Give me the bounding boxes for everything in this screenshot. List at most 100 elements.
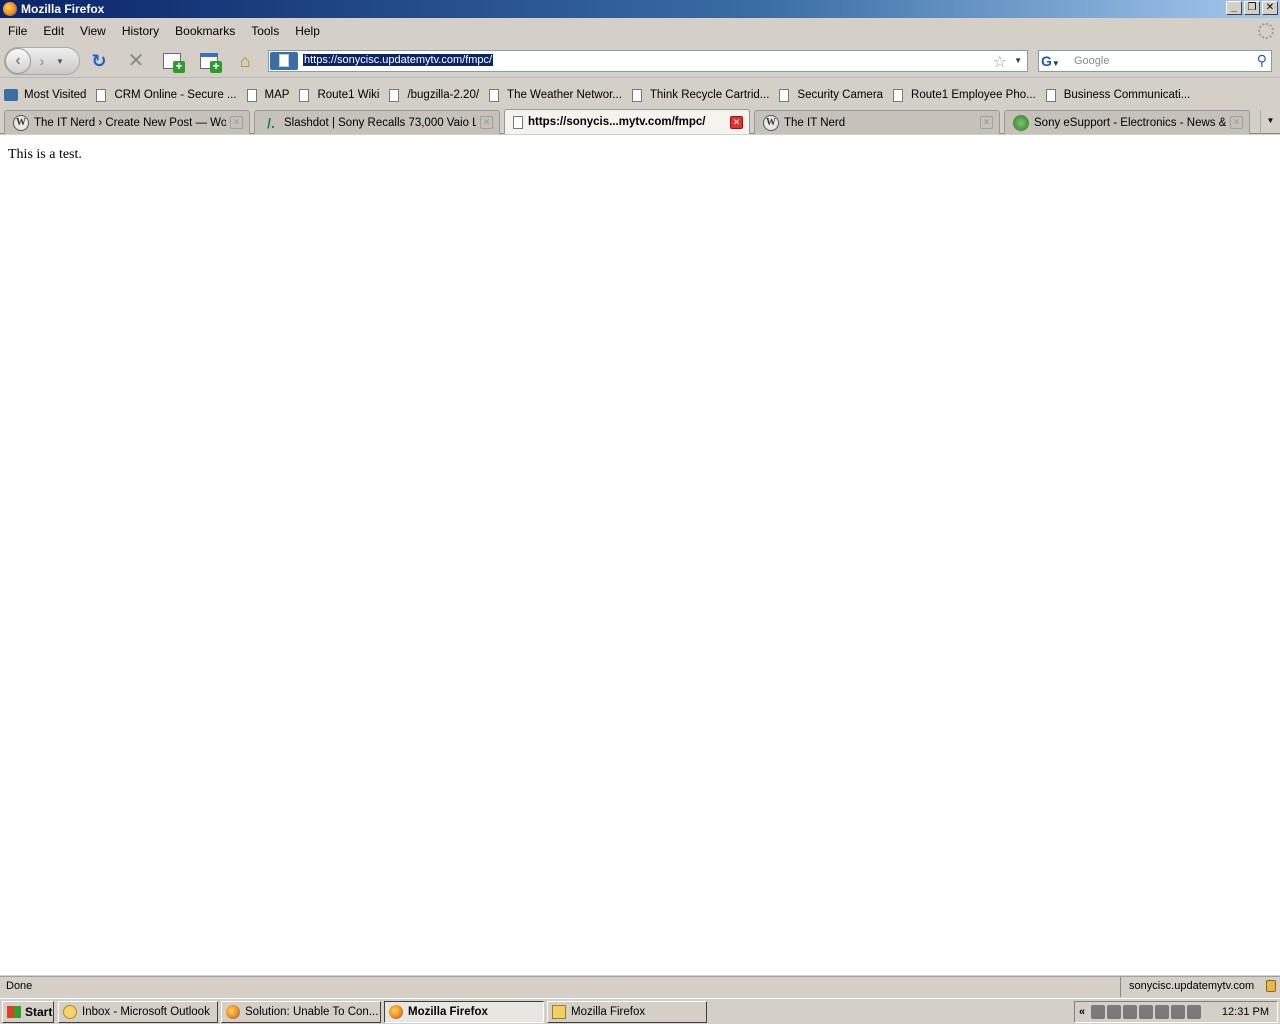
taskbar-item[interactable]: Inbox - Microsoft Outlook: [58, 1001, 218, 1023]
page-text: This is a test.: [8, 147, 82, 162]
close-tab-icon[interactable]: ✕: [980, 116, 993, 129]
device-icon[interactable]: [1139, 1005, 1154, 1019]
phone-icon[interactable]: [1091, 1005, 1106, 1019]
firefox-icon: [389, 1005, 403, 1019]
outlook-tray-icon[interactable]: [1107, 1005, 1122, 1019]
page-icon: [779, 88, 790, 102]
search-bar[interactable]: G▼ Google ⚲: [1038, 50, 1272, 72]
minimize-button[interactable]: _: [1226, 1, 1242, 15]
bookmark-item[interactable]: Business Communicati...: [1042, 88, 1197, 102]
history-dropdown-button[interactable]: ▼: [53, 57, 67, 66]
new-tab-icon: +: [163, 53, 185, 73]
search-input[interactable]: Google: [1074, 55, 1109, 67]
page-icon: [299, 88, 310, 102]
new-tab-button[interactable]: +: [161, 50, 185, 73]
bookmark-item[interactable]: Security Camera: [775, 88, 889, 102]
menu-view[interactable]: View: [72, 24, 114, 38]
all-tabs-dropdown-button[interactable]: ▼: [1260, 110, 1280, 134]
new-window-button[interactable]: +: [198, 50, 222, 73]
menu-help[interactable]: Help: [287, 24, 328, 38]
window-controls: _ ❐ ✕: [1226, 1, 1278, 15]
folder-icon: [552, 1005, 566, 1019]
tab[interactable]: /. Slashdot | Sony Recalls 73,000 Vaio L…: [254, 110, 500, 134]
start-button[interactable]: Start: [2, 1001, 54, 1023]
bookmark-item[interactable]: Think Recycle Cartrid...: [628, 88, 776, 102]
slashdot-icon: /.: [267, 114, 275, 131]
firefox-icon: [3, 2, 17, 16]
close-tab-icon[interactable]: ✕: [230, 116, 243, 129]
tab[interactable]: Sony eSupport - Electronics - News & A..…: [1004, 110, 1250, 134]
clock[interactable]: 12:31 PM: [1222, 1006, 1269, 1018]
restore-button[interactable]: ❐: [1244, 1, 1260, 15]
status-text: Done: [6, 980, 33, 992]
close-tab-icon[interactable]: ✕: [1230, 116, 1243, 129]
menu-edit[interactable]: Edit: [35, 24, 72, 38]
security-tray-icon[interactable]: [1187, 1005, 1202, 1019]
new-window-icon: +: [200, 53, 222, 73]
tab[interactable]: W The IT Nerd › Create New Post — Wor...…: [4, 110, 250, 134]
bookmark-item[interactable]: Route1 Employee Pho...: [889, 88, 1042, 102]
close-window-button[interactable]: ✕: [1262, 1, 1278, 15]
lock-icon[interactable]: [1266, 980, 1276, 992]
reload-button[interactable]: ↻: [88, 50, 110, 72]
bookmark-item[interactable]: CRM Online - Secure ...: [92, 88, 242, 102]
bookmark-star-icon[interactable]: ☆: [993, 52, 1007, 72]
bookmark-item[interactable]: MAP: [243, 88, 296, 102]
security-domain[interactable]: sonycisc.updatemytv.com: [1120, 977, 1280, 997]
back-button[interactable]: ‹: [5, 48, 31, 74]
windows-logo-icon: [7, 1006, 21, 1018]
most-visited-icon: [4, 89, 18, 101]
url-text[interactable]: https://sonycisc.updatemytv.com/fmpc/: [303, 54, 494, 66]
url-history-dropdown[interactable]: ▼: [1014, 56, 1022, 65]
menu-tools[interactable]: Tools: [243, 24, 287, 38]
taskbar-item[interactable]: Solution: Unable To Con...: [221, 1001, 381, 1023]
close-tab-icon[interactable]: ✕: [730, 115, 743, 129]
utility-icon[interactable]: [1155, 1005, 1170, 1019]
bookmark-item[interactable]: /bugzilla-2.20/: [385, 88, 485, 102]
back-forward-group: ‹ › ▼: [4, 47, 80, 75]
page-icon: [96, 88, 107, 102]
page-icon: [893, 88, 904, 102]
window-title: Mozilla Firefox: [21, 2, 105, 16]
search-magnifier-icon[interactable]: ⚲: [1257, 52, 1267, 69]
home-button[interactable]: ⌂: [234, 50, 256, 72]
window-title-bar[interactable]: Mozilla Firefox _ ❐ ✕: [0, 0, 1280, 18]
tab-bar: W The IT Nerd › Create New Post — Wor...…: [0, 108, 1280, 134]
taskbar-item[interactable]: Mozilla Firefox: [547, 1001, 707, 1023]
page-icon: [389, 88, 400, 102]
bookmarks-toolbar: Most Visited CRM Online - Secure ... MAP…: [0, 84, 1280, 106]
wordpress-icon: W: [763, 114, 779, 131]
taskbar-item-active[interactable]: Mozilla Firefox: [384, 1001, 544, 1023]
url-bar[interactable]: https://sonycisc.updatemytv.com/fmpc/ ☆ …: [268, 50, 1028, 72]
page-icon: [489, 88, 500, 102]
taskbar: Start Inbox - Microsoft Outlook Solution…: [0, 998, 1280, 1024]
site-identity-button[interactable]: [270, 52, 298, 70]
firefox-icon: [226, 1005, 240, 1019]
wordpress-icon: W: [13, 114, 29, 131]
menu-history[interactable]: History: [114, 24, 167, 38]
tray-expand-button[interactable]: «: [1079, 1006, 1085, 1018]
menu-bar: File Edit View History Bookmarks Tools H…: [0, 20, 1280, 42]
close-tab-icon[interactable]: ✕: [480, 116, 493, 129]
status-bar: Done sonycisc.updatemytv.com: [0, 976, 1280, 997]
menu-file[interactable]: File: [0, 24, 35, 38]
stop-button[interactable]: ✕: [125, 50, 147, 72]
network-icon[interactable]: [1123, 1005, 1138, 1019]
page-icon: [631, 88, 642, 102]
menu-bookmarks[interactable]: Bookmarks: [167, 24, 243, 38]
tab-active[interactable]: https://sonycis...mytv.com/fmpc/ ✕: [504, 109, 750, 134]
page-content: This is a test.: [0, 135, 1280, 975]
page-icon: [1045, 88, 1056, 102]
activity-throbber-icon: [1258, 23, 1274, 39]
audio-icon[interactable]: [1171, 1005, 1186, 1019]
bookmark-item[interactable]: The Weather Networ...: [485, 88, 628, 102]
tab[interactable]: W The IT Nerd ✕: [754, 110, 1000, 134]
page-icon: [246, 88, 257, 102]
search-engine-button[interactable]: G▼: [1041, 53, 1069, 69]
bookmark-item[interactable]: Route1 Wiki: [295, 88, 385, 102]
page-icon: [279, 54, 289, 67]
sony-icon: [1013, 114, 1029, 131]
page-icon: [513, 115, 523, 129]
forward-button[interactable]: ›: [31, 53, 53, 69]
bookmark-most-visited[interactable]: Most Visited: [0, 89, 92, 101]
